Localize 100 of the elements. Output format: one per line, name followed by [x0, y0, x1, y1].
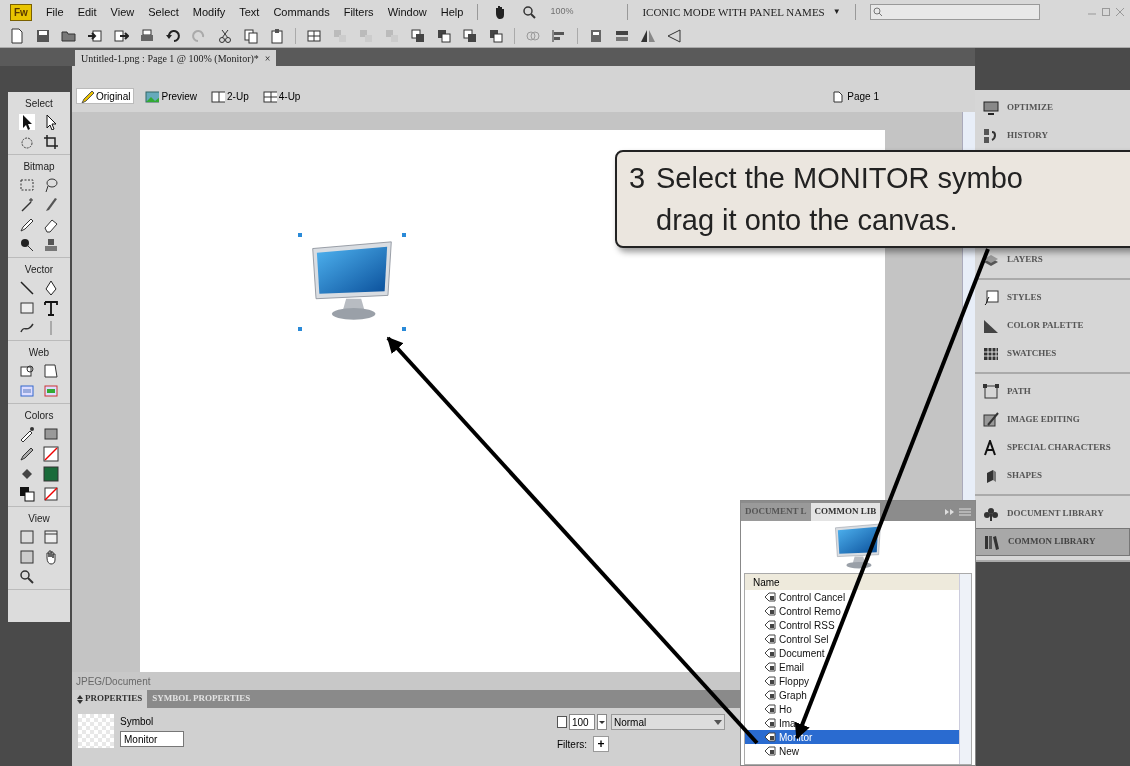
- scrollbar[interactable]: [959, 574, 971, 764]
- wand-icon[interactable]: [19, 197, 35, 213]
- symbol-name-field[interactable]: Monitor: [120, 731, 184, 747]
- search-icon[interactable]: [522, 5, 537, 19]
- properties-tab[interactable]: PROPERTIES: [72, 690, 148, 708]
- library-item[interactable]: Ho: [745, 702, 959, 716]
- stacked-squares-icon[interactable]: [436, 27, 452, 44]
- scale-icon[interactable]: [19, 134, 35, 150]
- text-tool-icon[interactable]: [43, 300, 59, 316]
- tool-group-title: Colors: [24, 409, 54, 423]
- library-tab[interactable]: COMMON LIB: [810, 503, 881, 521]
- no-color-icon[interactable]: [43, 486, 59, 502]
- hand-icon[interactable]: [43, 549, 59, 565]
- panel-button[interactable]: STYLES: [975, 284, 1130, 312]
- no-stroke-swatch-icon[interactable]: [43, 446, 59, 462]
- workspace-dropdown[interactable]: ICONIC MODE WITH PANEL NAMES ▼: [642, 3, 841, 21]
- library-item[interactable]: Graph: [745, 688, 959, 702]
- eraser-icon[interactable]: [43, 217, 59, 233]
- panel-button[interactable]: SHAPES: [975, 462, 1130, 490]
- stacked-squares-icon[interactable]: [488, 27, 504, 44]
- menu-item[interactable]: File: [45, 3, 64, 21]
- full-screen-mode-icon[interactable]: [43, 529, 59, 545]
- panel-button[interactable]: IMAGE EDITING: [975, 406, 1130, 434]
- clipboard-icon[interactable]: [269, 27, 285, 44]
- panel-button[interactable]: PATH: [975, 378, 1130, 406]
- crop-icon[interactable]: [43, 134, 59, 150]
- magnifier-icon[interactable]: [19, 569, 35, 585]
- line-icon[interactable]: [19, 280, 35, 296]
- menu-item[interactable]: Edit: [77, 3, 97, 21]
- grid-icon[interactable]: [306, 27, 322, 44]
- view-mode-tab[interactable]: 4-Up: [259, 88, 304, 104]
- panel-button[interactable]: DOCUMENT LIBRARY: [975, 500, 1130, 528]
- page-icon: [833, 90, 844, 103]
- view-mode-tab[interactable]: Original: [76, 88, 135, 104]
- library-item[interactable]: Floppy: [745, 674, 959, 688]
- library-item[interactable]: Ima: [745, 716, 959, 730]
- menu-item[interactable]: Filters: [343, 3, 374, 21]
- menu-item[interactable]: Commands: [273, 3, 330, 21]
- selection-handle[interactable]: [298, 233, 302, 237]
- search-field[interactable]: [869, 4, 1040, 20]
- menu-item[interactable]: Help: [440, 3, 464, 21]
- stacked-squares-icon[interactable]: [410, 27, 426, 44]
- document-tab[interactable]: Untitled-1.png : Page 1 @ 100% (Monitor)* ×: [75, 50, 277, 66]
- pencil-icon[interactable]: [19, 446, 35, 462]
- pencil-icon[interactable]: [19, 217, 35, 233]
- selection-handle[interactable]: [298, 327, 302, 331]
- stamp-icon[interactable]: [43, 237, 59, 253]
- arrow-out-box-icon[interactable]: [113, 27, 129, 44]
- library-item[interactable]: Control Sel: [745, 632, 959, 646]
- column-header[interactable]: Name: [745, 574, 959, 590]
- library-item[interactable]: Control Cancel: [745, 590, 959, 604]
- stacked-squares-icon[interactable]: [462, 27, 478, 44]
- standard-mode-icon[interactable]: [19, 529, 35, 545]
- symbol-icon: [763, 689, 777, 701]
- triangle-gradient-icon: [983, 318, 999, 334]
- page-selector[interactable]: Page 1: [847, 89, 879, 104]
- eyedropper-icon[interactable]: [19, 426, 35, 442]
- panel-button[interactable]: HISTORY: [975, 122, 1130, 150]
- fill-swatch-icon[interactable]: [43, 466, 59, 482]
- brush-icon[interactable]: [43, 197, 59, 213]
- printer-icon[interactable]: [139, 27, 155, 44]
- library-item[interactable]: Control RSS: [745, 618, 959, 632]
- opacity-field[interactable]: 100: [569, 714, 595, 730]
- lasso-icon[interactable]: [43, 177, 59, 193]
- blur-icon[interactable]: [19, 237, 35, 253]
- pen-icon[interactable]: [43, 280, 59, 296]
- view-mode-tab[interactable]: Preview: [142, 88, 201, 104]
- undo-icon[interactable]: [165, 27, 181, 44]
- menu-item[interactable]: Window: [387, 3, 427, 21]
- blank-page-icon[interactable]: [9, 27, 25, 44]
- panel-button[interactable]: SPECIAL CHARACTERS: [975, 434, 1130, 462]
- menu-item[interactable]: Modify: [192, 3, 226, 21]
- library-item[interactable]: New: [745, 744, 959, 758]
- selection-handle[interactable]: [402, 233, 406, 237]
- panel-button[interactable]: SWATCHES: [975, 340, 1130, 368]
- align-icon[interactable]: [551, 27, 567, 44]
- menu-item[interactable]: Select: [148, 3, 179, 21]
- blend-mode-dropdown[interactable]: Normal: [611, 714, 725, 730]
- library-item[interactable]: Document: [745, 646, 959, 660]
- swatch-pair-icon[interactable]: [19, 486, 35, 502]
- polygon-slice-icon[interactable]: [43, 363, 59, 379]
- panel-button[interactable]: COMMON LIBRARY: [975, 528, 1130, 556]
- collapse-arrows-icon: [77, 694, 83, 704]
- arrow-into-box-icon[interactable]: [87, 27, 103, 44]
- selection-handle[interactable]: [402, 327, 406, 331]
- library-item[interactable]: Control Remo: [745, 604, 959, 618]
- skew-icon[interactable]: [666, 27, 682, 44]
- monitor-icon: [983, 100, 999, 116]
- add-filter-button[interactable]: +: [593, 736, 609, 752]
- menu-item[interactable]: View: [110, 3, 135, 21]
- view-mode-tab[interactable]: 2-Up: [208, 88, 252, 104]
- caret-icon[interactable]: [597, 714, 607, 730]
- panel-button[interactable]: COLOR PALETTE: [975, 312, 1130, 340]
- copy-icon[interactable]: [243, 27, 259, 44]
- library-item[interactable]: Email: [745, 660, 959, 674]
- hotspot-icon[interactable]: [19, 363, 35, 379]
- pointer-icon[interactable]: [43, 114, 59, 130]
- panel-button[interactable]: OPTIMIZE: [975, 94, 1130, 122]
- menu-item[interactable]: Text: [239, 3, 260, 21]
- scissors-icon[interactable]: [217, 27, 233, 44]
